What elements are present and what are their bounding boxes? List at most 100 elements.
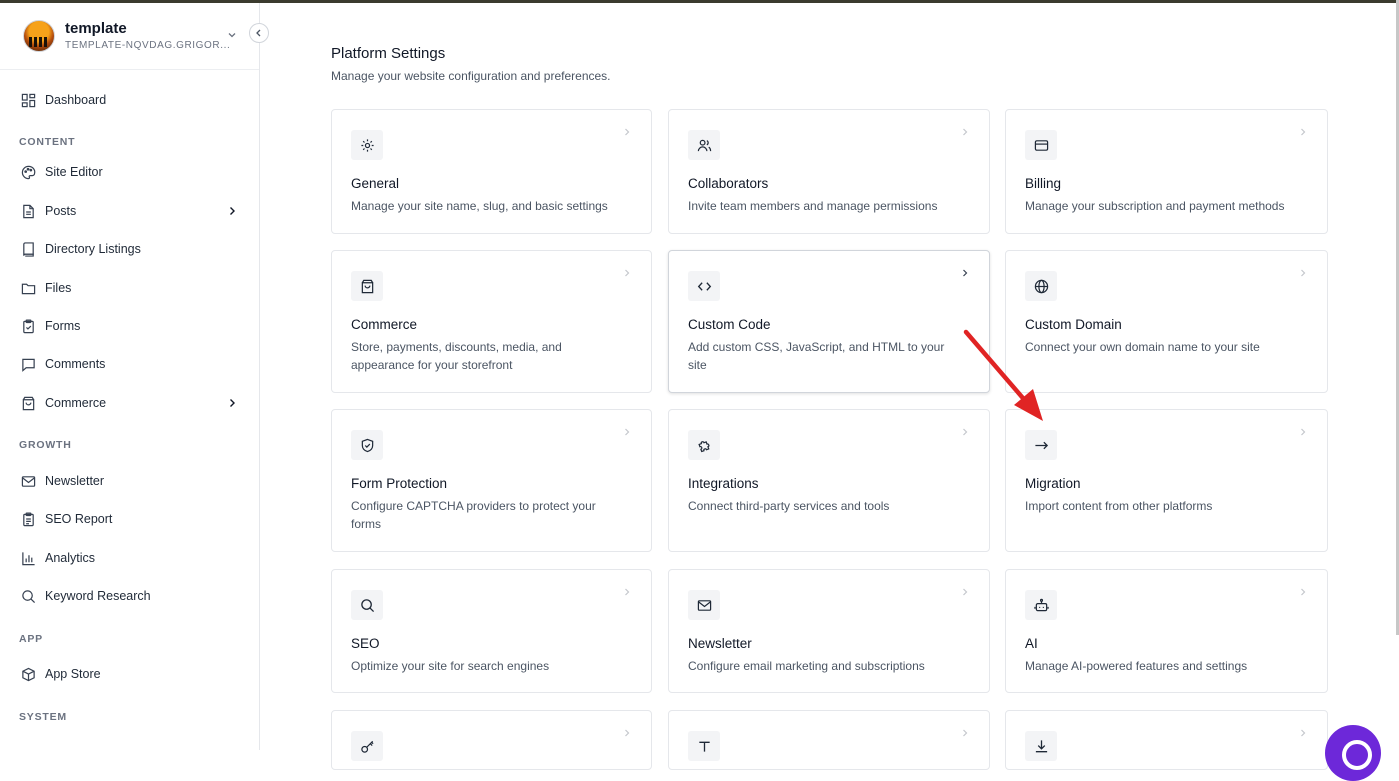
card-title: Commerce bbox=[351, 317, 418, 332]
chevron-right-icon bbox=[963, 269, 968, 277]
puzzle-icon bbox=[697, 440, 710, 452]
bot-icon bbox=[1033, 598, 1049, 611]
sidebar: template TEMPLATE-NQVDAG.GRIGOR... Dashb… bbox=[0, 3, 260, 750]
main-content: Platform Settings Manage your website co… bbox=[260, 3, 1399, 770]
chevron-right-icon bbox=[963, 729, 968, 737]
sidebar-item-app-store[interactable]: App Store bbox=[0, 659, 259, 689]
arrow-right-icon bbox=[1034, 441, 1048, 449]
key-icon bbox=[360, 740, 374, 753]
chevron-right-icon bbox=[963, 128, 968, 136]
settings-card-general[interactable]: General Manage your site name, slug, and… bbox=[331, 109, 652, 234]
search-icon bbox=[22, 589, 36, 603]
sidebar-item-directory-listings[interactable]: Directory Listings bbox=[0, 234, 259, 264]
workspace-subtitle: TEMPLATE-NQVDAG.GRIGOR... bbox=[65, 40, 231, 51]
chevron-right-icon bbox=[1301, 729, 1306, 737]
settings-card-seo[interactable]: SEO Optimize your site for search engine… bbox=[331, 569, 652, 693]
sidebar-item-posts[interactable]: Posts bbox=[0, 196, 259, 226]
sidebar-item-newsletter[interactable]: Newsletter bbox=[0, 466, 259, 496]
card-description: Configure CAPTCHA providers to protect y… bbox=[351, 499, 596, 531]
chat-support-button[interactable] bbox=[1325, 725, 1381, 781]
chevron-right-icon bbox=[625, 729, 630, 737]
chevron-right-icon bbox=[1301, 588, 1306, 596]
section-content: CONTENT bbox=[19, 136, 76, 148]
users-icon bbox=[697, 139, 711, 151]
sidebar-item-label: Files bbox=[45, 281, 72, 295]
sidebar-item-label: Newsletter bbox=[45, 474, 105, 488]
card-title: SEO bbox=[351, 636, 380, 651]
clipboard-list-icon bbox=[23, 512, 34, 526]
folder-icon bbox=[21, 283, 36, 294]
card-description: Manage your site name, slug, and basic s… bbox=[351, 199, 608, 213]
sidebar-item-label: SEO Report bbox=[45, 512, 113, 526]
card-title: Billing bbox=[1025, 176, 1062, 191]
card-title: Migration bbox=[1025, 476, 1081, 491]
section-app: APP bbox=[19, 633, 43, 645]
code-icon bbox=[697, 281, 711, 291]
card-description: Optimize your site for search engines bbox=[351, 659, 550, 673]
card-title: Integrations bbox=[688, 476, 759, 491]
settings-card-billing[interactable]: Billing Manage your subscription and pay… bbox=[1005, 109, 1328, 234]
credit-card-icon bbox=[1034, 139, 1048, 151]
sidebar-item-label: Site Editor bbox=[45, 165, 103, 179]
type-icon bbox=[698, 741, 710, 752]
card-description: Manage your subscription and payment met… bbox=[1025, 199, 1285, 213]
card-description: Configure email marketing and subscripti… bbox=[688, 659, 925, 673]
section-growth: GROWTH bbox=[19, 439, 72, 451]
chevron-right-icon bbox=[230, 399, 235, 407]
shield-check-icon bbox=[361, 438, 373, 452]
sidebar-item-label: App Store bbox=[45, 667, 101, 681]
sidebar-item-forms[interactable]: Forms bbox=[0, 311, 259, 341]
download-icon bbox=[1035, 739, 1047, 752]
sidebar-item-seo-report[interactable]: SEO Report bbox=[0, 504, 259, 534]
workspace-name: template bbox=[65, 20, 127, 37]
palette-icon bbox=[21, 165, 36, 179]
chevron-right-icon bbox=[963, 428, 968, 436]
dashboard-icon bbox=[21, 93, 36, 107]
bar-chart-icon bbox=[22, 551, 35, 565]
sidebar-item-dashboard[interactable]: Dashboard bbox=[0, 85, 259, 115]
chevron-right-icon bbox=[625, 269, 630, 277]
settings-card-typography[interactable] bbox=[668, 710, 990, 770]
collapse-sidebar-button[interactable] bbox=[249, 23, 269, 43]
sidebar-item-label: Dashboard bbox=[45, 93, 107, 107]
search-icon bbox=[360, 598, 374, 612]
gear-icon bbox=[360, 138, 374, 152]
chevron-right-icon bbox=[1301, 269, 1306, 277]
card-description: Connect third-party services and tools bbox=[688, 499, 890, 513]
mail-icon bbox=[21, 475, 36, 487]
chevron-right-icon bbox=[1301, 428, 1306, 436]
settings-card-migration[interactable]: Migration Import content from other plat… bbox=[1005, 409, 1328, 552]
settings-card-export[interactable] bbox=[1005, 710, 1328, 770]
chevron-right-icon bbox=[963, 588, 968, 596]
sidebar-item-keyword-research[interactable]: Keyword Research bbox=[0, 581, 259, 611]
sidebar-item-site-editor[interactable]: Site Editor bbox=[0, 157, 259, 187]
settings-card-ai[interactable]: AI Manage AI-powered features and settin… bbox=[1005, 569, 1328, 693]
card-description: Store, payments, discounts, media, and a… bbox=[351, 340, 562, 372]
sidebar-item-label: Posts bbox=[45, 204, 77, 218]
settings-card-newsletter[interactable]: Newsletter Configure email marketing and… bbox=[668, 569, 990, 693]
workspace-avatar bbox=[23, 20, 55, 52]
message-icon bbox=[22, 358, 35, 372]
settings-card-integrations[interactable]: Integrations Connect third-party service… bbox=[668, 409, 990, 552]
sidebar-item-analytics[interactable]: Analytics bbox=[0, 543, 259, 573]
clipboard-check-icon bbox=[23, 319, 34, 333]
card-title: Newsletter bbox=[688, 636, 752, 651]
sidebar-item-commerce[interactable]: Commerce bbox=[0, 388, 259, 418]
settings-card-api-keys[interactable] bbox=[331, 710, 652, 770]
workspace-switcher[interactable]: template TEMPLATE-NQVDAG.GRIGOR... bbox=[0, 3, 259, 70]
settings-card-collaborators[interactable]: Collaborators Invite team members and ma… bbox=[668, 109, 990, 234]
sidebar-item-comments[interactable]: Comments bbox=[0, 349, 259, 379]
sidebar-item-files[interactable]: Files bbox=[0, 273, 259, 303]
settings-card-commerce[interactable]: Commerce Store, payments, discounts, med… bbox=[331, 250, 652, 393]
sidebar-item-label: Directory Listings bbox=[45, 242, 141, 256]
chevron-right-icon bbox=[625, 588, 630, 596]
card-description: Manage AI-powered features and settings bbox=[1025, 659, 1248, 673]
settings-card-custom-code[interactable]: Custom Code Add custom CSS, JavaScript, … bbox=[668, 250, 990, 393]
globe-icon bbox=[1034, 279, 1048, 293]
card-title: Custom Domain bbox=[1025, 317, 1122, 332]
card-description: Add custom CSS, JavaScript, and HTML to … bbox=[688, 340, 945, 372]
settings-card-form-protection[interactable]: Form Protection Configure CAPTCHA provid… bbox=[331, 409, 652, 552]
book-icon bbox=[23, 241, 34, 257]
settings-card-custom-domain[interactable]: Custom Domain Connect your own domain na… bbox=[1005, 250, 1328, 393]
card-title: General bbox=[351, 176, 400, 191]
